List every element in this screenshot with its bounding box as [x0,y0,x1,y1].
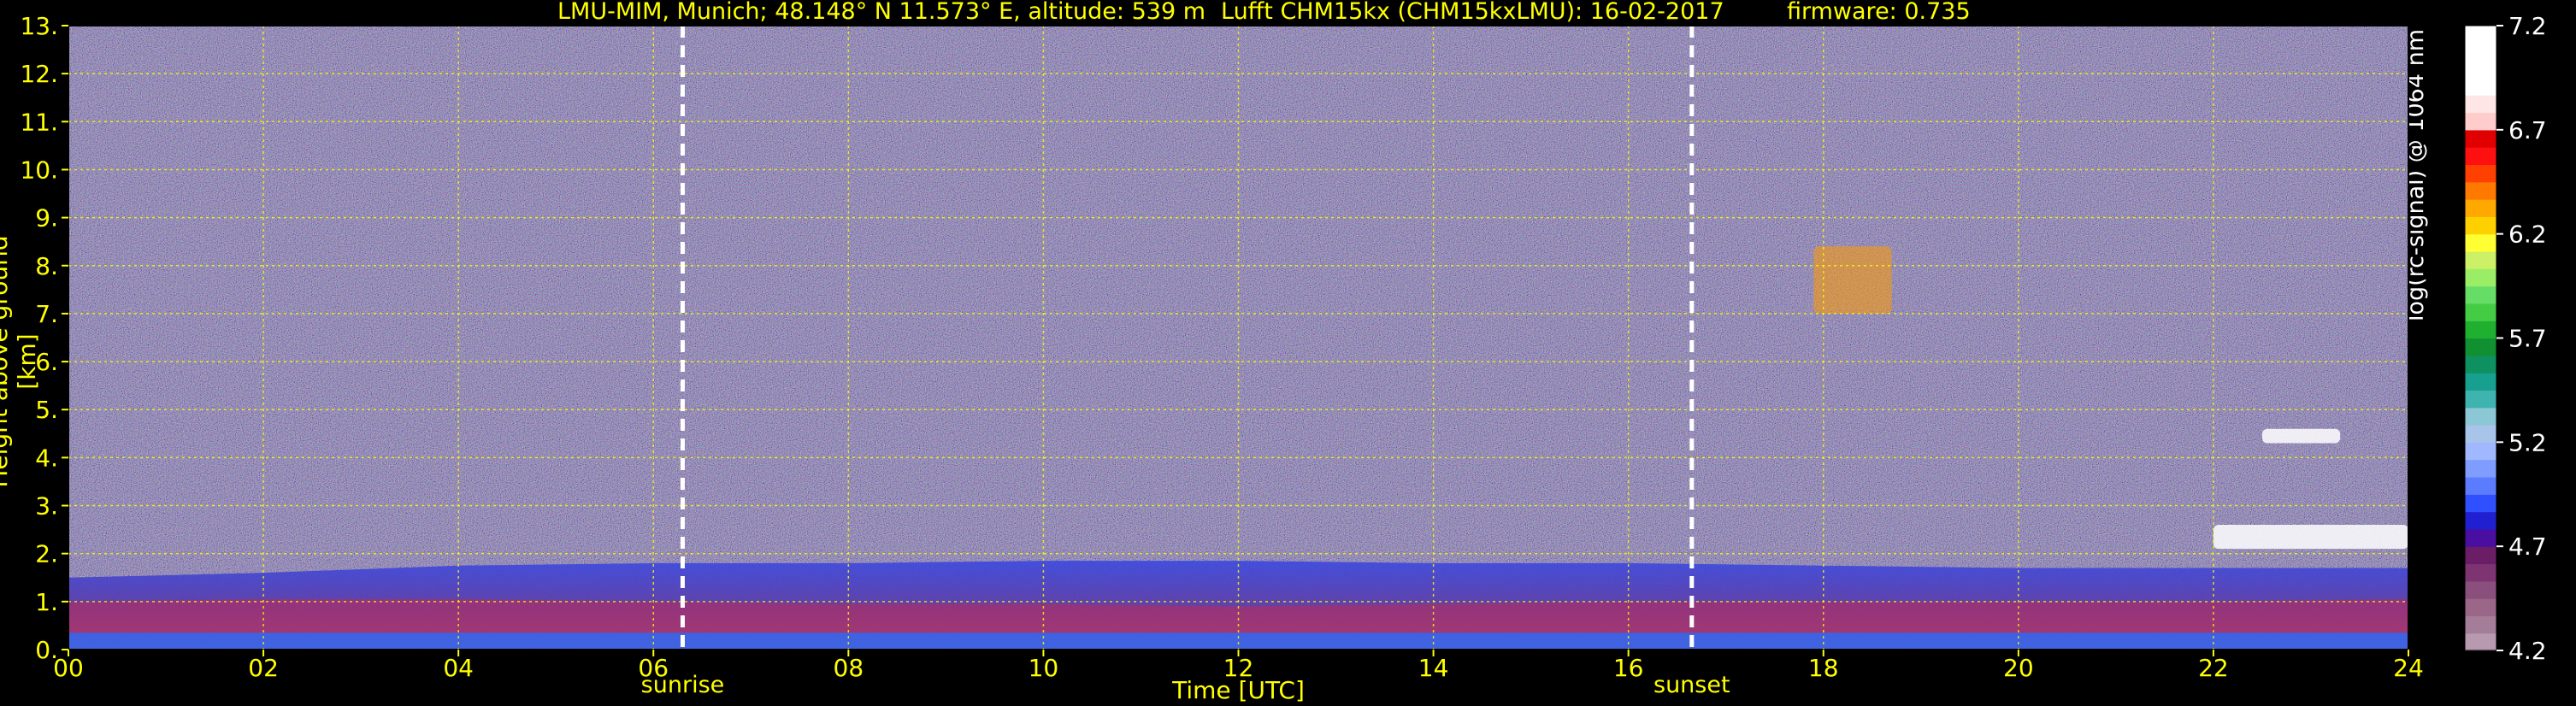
x-tick-label: 08 [834,654,864,682]
colorbar-tick-label: 5.7 [2508,325,2547,353]
colorbar-swatch [2465,528,2496,547]
colorbar-swatch [2465,563,2496,582]
colorbar-tick-label: 6.7 [2508,116,2547,144]
colorbar-tick-label: 5.2 [2508,428,2547,456]
y-tick-label: 7. [35,300,58,328]
colorbar-tick-label: 7.2 [2508,12,2547,40]
chart-svg: sunrise sunset 00 02 04 06 08 10 12 14 16 18 20 22 24… [20,12,2547,704]
y-tick-label: 13. [20,12,58,40]
colorbar-swatch [2465,459,2496,478]
y-tick-label: 6. [35,348,58,376]
colorbar-swatch [2465,442,2496,461]
colorbar-swatch [2465,181,2496,200]
y-tick-label: 1. [35,588,58,616]
x-tick-label: 10 [1029,654,1059,682]
colorbar-swatch [2465,77,2496,96]
colorbar-swatch [2465,43,2496,62]
y-tick-label: 8. [35,252,58,280]
colorbar-tick-label: 4.7 [2508,532,2547,561]
y-tick-label: 10. [20,156,58,184]
colorbar-swatch [2465,285,2496,304]
colorbar-swatch [2465,164,2496,183]
colorbar-swatch [2465,390,2496,409]
y-tick-label: 12. [20,60,58,88]
x-tick-label: 06 [638,654,669,682]
y-tick-label: 2. [35,540,58,568]
cloud-feature [1813,246,1892,314]
colorbar-swatch [2465,321,2496,339]
x-axis-label: Time [UTC] [1171,676,1305,704]
y-tick-label: 3. [35,492,58,521]
colorbar-swatch [2465,511,2496,530]
ceilometer-figure: LMU-MIM, Munich; 48.148° N 11.573° E, al… [0,0,2576,706]
x-tick-label: 24 [2393,654,2424,682]
colorbar-swatch [2465,632,2496,651]
colorbar-swatch [2465,250,2496,269]
y-tick-label: 9. [35,204,58,232]
colorbar-swatch [2465,476,2496,495]
colorbar-swatch [2465,216,2496,235]
y-tick-label: 5. [35,396,58,424]
colorbar-swatch [2465,95,2496,114]
x-tick-label: 22 [2198,654,2229,682]
colorbar-swatch [2465,598,2496,616]
x-tick-label: 14 [1418,654,1449,682]
colorbar-swatch [2465,60,2496,79]
colorbar-swatch [2465,580,2496,599]
x-tick-label: 04 [443,654,474,682]
colorbar-swatch [2465,112,2496,131]
colorbar-swatch [2465,26,2496,44]
colorbar-swatch [2465,494,2496,513]
x-tick-label: 18 [1808,654,1839,682]
colorbar-swatch [2465,147,2496,166]
cloud-feature [2261,428,2341,444]
colorbar-swatch [2465,615,2496,634]
x-tick-label: 02 [248,654,279,682]
y-tick-label: 11. [20,108,58,136]
colorbar-swatch [2465,338,2496,356]
colorbar-swatch [2465,355,2496,374]
colorbar-tick-label: 6.2 [2508,221,2547,249]
colorbar-swatch [2465,373,2496,391]
sunset-label: sunset [1653,672,1730,698]
colorbar-swatch [2465,233,2496,252]
y-tick-label: 4. [35,444,58,472]
colorbar-swatch [2465,199,2496,217]
colorbar-swatch [2465,407,2496,426]
colorbar-tick-label: 4.2 [2508,637,2547,665]
surface-layer [68,632,2408,650]
colorbar-swatch [2465,268,2496,287]
x-tick-label: 16 [1613,654,1644,682]
colorbar-swatch [2465,303,2496,321]
x-tick-label: 20 [2003,654,2034,682]
colorbar-swatch [2465,546,2496,565]
y-tick-label: 0. [35,636,58,664]
colorbar-swatch [2465,129,2496,148]
colorbar-swatch [2465,425,2496,443]
cloud-feature [2213,525,2408,550]
